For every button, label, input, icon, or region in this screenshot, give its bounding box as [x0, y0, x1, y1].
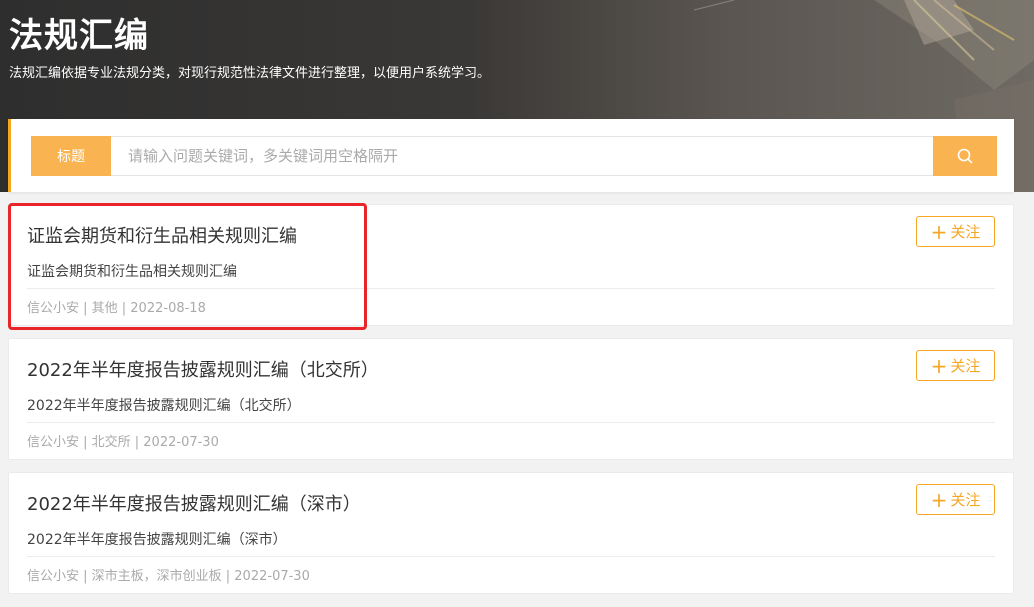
- item-description: 证监会期货和衍生品相关规则汇编: [27, 264, 237, 280]
- search-button[interactable]: [933, 136, 997, 176]
- follow-button[interactable]: + 关注: [916, 484, 995, 515]
- divider: [27, 556, 995, 557]
- follow-label: 关注: [950, 223, 981, 241]
- search-panel: 标题: [8, 119, 1014, 192]
- search-icon: [957, 148, 973, 164]
- page-title: 法规汇编: [9, 16, 149, 56]
- follow-button[interactable]: + 关注: [916, 350, 995, 381]
- list-item[interactable]: 2022年半年度报告披露规则汇编（北交所） 2022年半年度报告披露规则汇编（北…: [8, 338, 1014, 460]
- divider: [27, 288, 995, 289]
- list-item[interactable]: 证监会期货和衍生品相关规则汇编 证监会期货和衍生品相关规则汇编 信公小安 | 其…: [8, 204, 1014, 326]
- divider: [27, 422, 995, 423]
- plus-icon: +: [930, 353, 948, 378]
- plus-icon: +: [930, 219, 948, 244]
- item-description: 2022年半年度报告披露规则汇编（北交所）: [27, 398, 301, 414]
- item-meta: 信公小安 | 北交所 | 2022-07-30: [27, 435, 219, 450]
- item-title[interactable]: 2022年半年度报告披露规则汇编（北交所）: [27, 356, 379, 382]
- item-title[interactable]: 2022年半年度报告披露规则汇编（深市）: [27, 490, 361, 516]
- follow-label: 关注: [950, 357, 981, 375]
- search-input[interactable]: [111, 136, 933, 176]
- item-description: 2022年半年度报告披露规则汇编（深市）: [27, 532, 287, 548]
- search-field-tag[interactable]: 标题: [31, 136, 111, 176]
- list-item[interactable]: 2022年半年度报告披露规则汇编（深市） 2022年半年度报告披露规则汇编（深市…: [8, 472, 1014, 594]
- item-meta: 信公小安 | 其他 | 2022-08-18: [27, 301, 206, 316]
- plus-icon: +: [930, 487, 948, 512]
- item-meta: 信公小安 | 深市主板，深市创业板 | 2022-07-30: [27, 569, 310, 584]
- follow-button[interactable]: + 关注: [916, 216, 995, 247]
- item-title[interactable]: 证监会期货和衍生品相关规则汇编: [27, 222, 297, 248]
- follow-label: 关注: [950, 491, 981, 509]
- page-subtitle: 法规汇编依据专业法规分类，对现行规范性法律文件进行整理，以便用户系统学习。: [9, 66, 491, 81]
